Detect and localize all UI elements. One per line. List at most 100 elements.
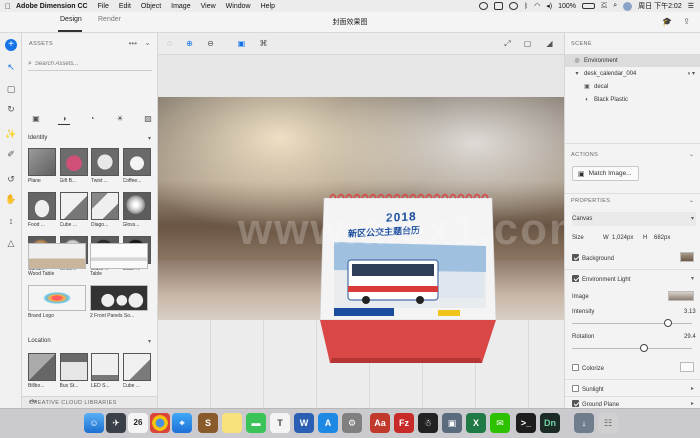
intensity-slider-knob[interactable] (664, 319, 672, 327)
rotation-value[interactable]: 29.4 (684, 334, 696, 340)
assets-search-input[interactable] (34, 61, 135, 67)
creative-cloud-libraries-bar[interactable]: CREATIVE CLOUD LIBRARIES ••• ⌃ (22, 396, 157, 408)
height-input[interactable]: 682px (654, 235, 670, 241)
chrome-icon[interactable] (150, 413, 170, 433)
menubar-clock[interactable]: 周日 下午2:02 (638, 1, 682, 11)
asset-tile[interactable]: Plane (28, 148, 56, 184)
qq-icon[interactable]: ☃ (418, 413, 438, 433)
intensity-value[interactable]: 3.13 (684, 309, 696, 315)
word-icon[interactable]: W (294, 413, 314, 433)
input-flag-icon[interactable]: 🇨 (601, 2, 607, 10)
chevron-down-icon[interactable]: ▾ (691, 215, 694, 222)
clock-status-icon[interactable] (508, 2, 518, 10)
lights-filter-icon[interactable]: ◔ (86, 113, 98, 125)
chevron-right-icon[interactable]: ▸ (691, 400, 694, 407)
camera-icon[interactable]: ▢ (522, 38, 533, 49)
finder-icon[interactable]: ☺ (84, 413, 104, 433)
scene-item-black-plastic[interactable]: ◐ Black Plastic (565, 93, 700, 106)
wifi-icon[interactable]: ◠ (534, 2, 540, 10)
terminal-icon[interactable]: >_ (516, 413, 536, 433)
magic-wand-icon[interactable]: ✨ (5, 128, 17, 140)
asset-tile[interactable]: 2 Front Panels So... (90, 285, 148, 319)
asset-tile[interactable]: Cube ... (122, 353, 151, 389)
colorize-checkbox[interactable] (572, 364, 579, 371)
menu-file[interactable]: File (98, 3, 109, 10)
select-tool-icon[interactable]: ↖ (5, 61, 17, 73)
fit-canvas-icon[interactable]: ⤢ (502, 38, 513, 49)
chevron-down-icon[interactable]: ▾ (148, 338, 151, 345)
dolly-icon[interactable]: ↕ (5, 215, 17, 227)
add-content-icon[interactable]: + (5, 39, 17, 51)
images-filter-icon[interactable]: ▨ (142, 113, 154, 125)
sunlight-checkbox[interactable] (572, 385, 579, 392)
system-preferences-icon[interactable]: ⚙ (342, 413, 362, 433)
bluetooth-icon[interactable]: ᛒ (524, 3, 528, 10)
asset-tile[interactable]: Cube ... (59, 192, 88, 228)
assets-more-button[interactable]: ••• (129, 39, 137, 48)
chevron-right-icon[interactable]: ▸ (691, 385, 694, 392)
asset-tile[interactable]: Gloss... (122, 192, 151, 228)
marquee-select-icon[interactable]: ◌ (164, 38, 175, 49)
menu-image[interactable]: Image (171, 3, 190, 10)
app-name-menu[interactable]: Adobe Dimension CC (16, 3, 88, 10)
messages-icon[interactable]: ▬ (246, 413, 266, 433)
trash-icon[interactable]: ☷ (598, 413, 618, 433)
menu-help[interactable]: Help (261, 3, 275, 10)
chevron-up-icon[interactable]: ⌃ (29, 398, 152, 407)
snap-icon[interactable]: ⌘ (258, 38, 269, 49)
menu-object[interactable]: Object (141, 3, 161, 10)
add-selection-icon[interactable]: ⊕ (184, 38, 195, 49)
textedit-icon[interactable]: T (270, 413, 290, 433)
app-store-icon[interactable]: A (318, 413, 338, 433)
menu-view[interactable]: View (201, 3, 216, 10)
scene-item-decal[interactable]: ▣ decal (565, 80, 700, 93)
horizon-icon[interactable]: △ (5, 237, 17, 249)
search-icon[interactable]: ⌕ (613, 2, 617, 10)
asset-tile[interactable]: Twist ... (91, 148, 119, 184)
asset-tile[interactable]: Diago... (91, 192, 119, 228)
pan-hand-icon[interactable]: ✋ (5, 193, 17, 205)
asset-tile[interactable]: Billbo... (28, 353, 56, 389)
sublime-icon[interactable]: S (198, 413, 218, 433)
rotate-tool-icon[interactable]: ↻ (5, 103, 17, 115)
rotation-slider-knob[interactable] (640, 344, 648, 352)
asset-tile[interactable]: Brand Logo (28, 285, 86, 319)
apple-icon[interactable]:  (0, 2, 16, 11)
background-image-swatch[interactable] (680, 252, 694, 262)
intensity-slider-track[interactable] (572, 323, 692, 324)
scene-item-environment[interactable]: ◎ Environment (565, 54, 700, 67)
excel-icon[interactable]: X (466, 413, 486, 433)
share-icon[interactable]: ⇪ (682, 17, 691, 26)
menu-list-icon[interactable]: ☰ (688, 2, 694, 10)
notes-icon[interactable] (222, 413, 242, 433)
colorize-swatch[interactable] (680, 362, 694, 372)
dictionary-icon[interactable]: Aa (370, 413, 390, 433)
chevron-down-icon[interactable]: ⌄ (689, 197, 694, 204)
filezilla-icon[interactable]: Fz (394, 413, 414, 433)
models-filter-icon[interactable]: ▣ (30, 113, 42, 125)
scene-item-desk-calendar[interactable]: ▾ desk_calendar_004 ◑ ▾ (565, 67, 700, 80)
material-menu-icon[interactable]: ◑ ▾ (687, 70, 695, 77)
battery-icon[interactable] (582, 3, 596, 9)
asset-tile[interactable]: Wood Table (28, 243, 86, 277)
menu-window[interactable]: Window (226, 3, 251, 10)
sync-icon[interactable] (478, 2, 488, 10)
chevron-down-icon[interactable]: ▾ (691, 275, 694, 282)
display-icon[interactable] (493, 2, 503, 10)
background-checkbox[interactable] (572, 254, 579, 261)
orbit-camera-icon[interactable]: ↺ (5, 173, 17, 185)
environment-filter-icon[interactable]: ☀ (114, 113, 126, 125)
preview-icon[interactable]: ▣ (442, 413, 462, 433)
chevron-down-icon[interactable]: ▾ (573, 70, 581, 77)
wechat-icon[interactable]: ✉ (490, 413, 510, 433)
assets-collapse-icon[interactable]: ⌄ (144, 38, 151, 47)
dimension-app-icon[interactable]: Dn (540, 413, 560, 433)
asset-tile[interactable]: Gift B... (59, 148, 88, 184)
user-avatar[interactable] (623, 1, 633, 11)
chevron-down-icon[interactable]: ⌄ (689, 151, 694, 158)
magic-wand-select-icon[interactable]: ▢ (5, 83, 17, 95)
render-preview-icon[interactable]: ◢ (544, 38, 555, 49)
subtract-selection-icon[interactable]: ⊖ (205, 38, 216, 49)
asset-tile[interactable]: Table (90, 243, 148, 277)
launchpad-icon[interactable]: ✈ (106, 413, 126, 433)
